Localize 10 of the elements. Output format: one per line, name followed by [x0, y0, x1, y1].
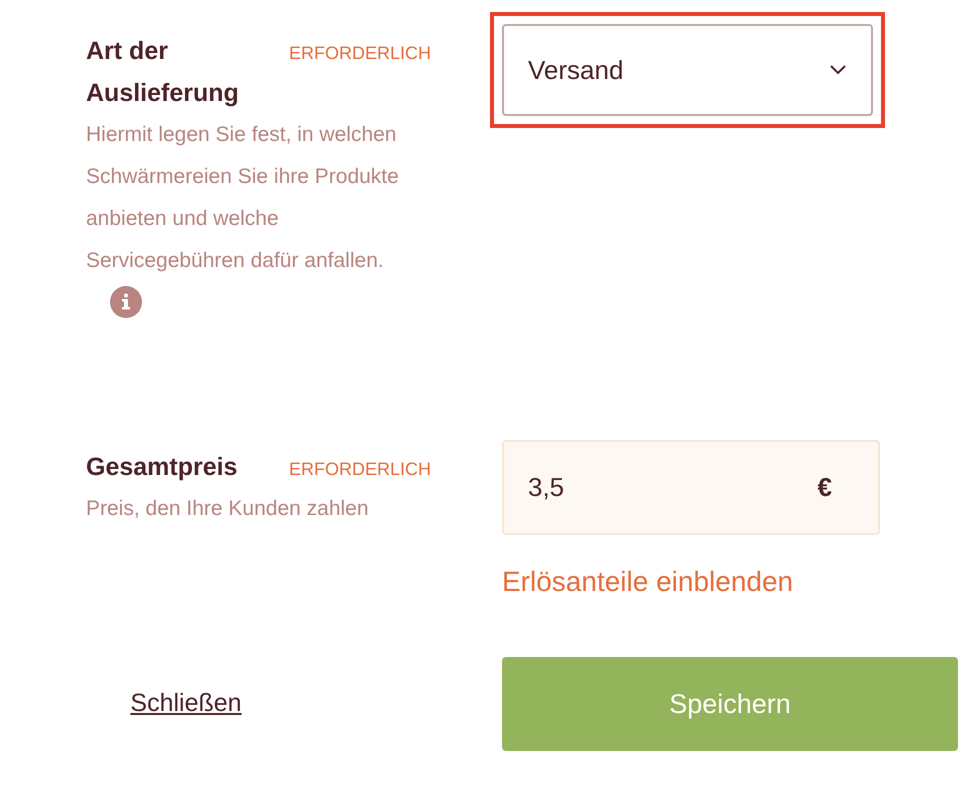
required-label: ERFORDERLICH	[289, 458, 432, 481]
field-label: Gesamtpreis	[86, 452, 238, 483]
delivery-select[interactable]: Versand	[502, 24, 873, 116]
field-description: Preis, den Ihre Kunden zahlen	[86, 496, 370, 522]
close-link[interactable]: Schließen	[130, 685, 242, 723]
field-description: Hiermit legen Sie fest, in welchen Schwärmereien Sie ihre Produkte anbieten und welche Servicegebühren dafür anfallen.	[86, 122, 400, 274]
chevron-down-icon	[829, 64, 847, 76]
field-label: Art der Auslieferung	[86, 36, 240, 109]
required-label: ERFORDERLICH	[289, 42, 432, 65]
currency-unit: €	[818, 471, 832, 503]
